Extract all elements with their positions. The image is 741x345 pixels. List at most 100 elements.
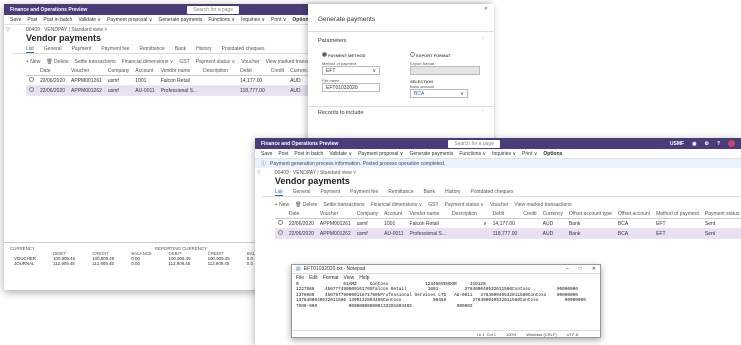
bank-account-select[interactable]: BCA ∨	[410, 89, 468, 98]
file-name-input[interactable]: EFT01032020	[322, 83, 380, 92]
toolbar-item-new[interactable]: + New	[26, 59, 40, 65]
minimize-icon[interactable]: –	[566, 266, 569, 272]
table-cell[interactable]	[26, 75, 37, 86]
table-cell[interactable]: 22/06/2020	[37, 85, 69, 96]
toolbar-item-voucher[interactable]: Voucher	[241, 59, 259, 65]
tab-payment[interactable]: Payment	[72, 46, 92, 53]
column-header[interactable]: Vendor name	[406, 210, 449, 219]
table-cell[interactable]: Falcon Retail	[157, 75, 201, 86]
column-header[interactable]	[274, 210, 286, 219]
table-cell[interactable]: ∨	[479, 218, 490, 229]
tab-history[interactable]: History	[196, 46, 212, 53]
action-post[interactable]: Post	[27, 17, 37, 23]
table-cell[interactable]	[274, 228, 286, 239]
company-label[interactable]: USMF	[670, 141, 684, 147]
table-cell[interactable]: AU-0011	[132, 85, 158, 96]
table-cell[interactable]: 1001	[381, 218, 407, 229]
table-row[interactable]: 22/06/2020 APPM001262 usmf AU-0011 Professio…	[274, 228, 741, 239]
search-input[interactable]: Search for a page	[448, 139, 500, 148]
notepad-menu-file[interactable]: File	[296, 275, 304, 281]
tab-remittance[interactable]: Remittance	[388, 189, 413, 196]
tab-payment-fee[interactable]: Payment fee	[101, 46, 129, 53]
column-header[interactable]: Company	[353, 210, 382, 219]
table-cell[interactable]: Sent	[701, 228, 741, 239]
tab-general[interactable]: General	[44, 46, 62, 53]
export-format-radio[interactable]	[410, 52, 415, 57]
payment-method-radio[interactable]	[322, 52, 327, 57]
table-cell[interactable]: AUD	[539, 218, 566, 229]
table-cell[interactable]: EFT	[653, 228, 702, 239]
table-cell[interactable]: 22/06/2020	[285, 218, 317, 229]
export-format-input[interactable]	[410, 66, 480, 75]
table-cell[interactable]: Bank	[565, 218, 615, 229]
table-cell[interactable]: 1001	[132, 75, 158, 86]
action-generate-payments[interactable]: Generate payments	[158, 17, 202, 23]
action-functions[interactable]: Functions ∨	[208, 17, 235, 23]
notepad-menu-view[interactable]: View	[344, 275, 355, 281]
tab-general[interactable]: General	[293, 189, 311, 196]
column-header[interactable]: Vendor name	[157, 67, 201, 76]
maximize-icon[interactable]: □	[579, 266, 582, 272]
table-cell[interactable]: Falcon Retail	[406, 218, 449, 229]
column-header[interactable]: Company	[104, 67, 133, 76]
toolbar-item-payment-status[interactable]: Payment status ∨	[196, 59, 236, 65]
help-icon[interactable]: ?	[717, 141, 720, 147]
tab-list[interactable]: List	[26, 46, 34, 53]
table-cell[interactable]	[274, 218, 286, 229]
notepad-menu-help[interactable]: Help	[359, 275, 369, 281]
table-cell[interactable]: 14,177.00	[489, 218, 521, 229]
table-cell[interactable]: Sent	[701, 218, 741, 229]
column-header[interactable]: Account	[381, 210, 407, 219]
tab-postdated-cheques[interactable]: Postdated cheques	[471, 189, 514, 196]
column-header[interactable]: Credit	[520, 210, 540, 219]
action-validate[interactable]: Validate ∨	[78, 17, 101, 23]
column-header[interactable]: Voucher	[316, 210, 354, 219]
table-cell[interactable]	[267, 75, 288, 86]
action-options[interactable]: Options	[543, 151, 562, 157]
toolbar-item-view-marked-transactions[interactable]: View marked transactions	[514, 202, 571, 208]
toolbar-item-gst[interactable]: GST	[428, 202, 438, 208]
column-header[interactable]: Date	[37, 67, 69, 76]
table-cell[interactable]: 118,777.00	[489, 228, 521, 239]
action-inquiries[interactable]: Inquiries ∨	[241, 17, 265, 23]
column-header[interactable]: Method of payment	[653, 210, 702, 219]
tab-bank[interactable]: Bank	[175, 46, 186, 53]
close-icon[interactable]: ✕	[308, 4, 494, 12]
toolbar-item-new[interactable]: + New	[275, 202, 289, 208]
action-payment-proposal[interactable]: Payment proposal ∨	[358, 151, 403, 157]
toolbar-item-financial-dimensions[interactable]: Financial dimensions ∨	[371, 202, 423, 208]
notepad-menu-format[interactable]: Format	[323, 275, 339, 281]
table-cell[interactable]: 14,177.00	[237, 75, 268, 86]
table-cell[interactable]: BCA	[614, 218, 654, 229]
close-icon[interactable]: ✕	[592, 266, 596, 272]
column-header[interactable]: Credit	[267, 67, 288, 76]
action-generate-payments[interactable]: Generate payments	[409, 151, 453, 157]
table-cell[interactable]: AUD	[539, 228, 566, 239]
table-cell[interactable]: usmf	[104, 85, 133, 96]
table-cell[interactable]: 22/06/2020	[285, 228, 317, 239]
column-header[interactable]: Account	[132, 67, 158, 76]
bell-icon[interactable]: ◉	[692, 141, 696, 147]
table-row[interactable]: 22/06/2020 APPM001261 usmf 1001 Falcon Retai…	[274, 218, 741, 229]
table-row[interactable]: 22/06/2020 APPM001261 usmf 1001 Falcon Retai…	[26, 75, 314, 86]
table-cell[interactable]	[267, 85, 288, 96]
table-cell[interactable]: AU-0011	[381, 228, 407, 239]
table-cell[interactable]: usmf	[353, 218, 382, 229]
table-cell[interactable]: APPM001261	[68, 75, 105, 86]
action-print[interactable]: Print ∨	[522, 151, 537, 157]
column-header[interactable]: Debit	[489, 210, 521, 219]
tab-history[interactable]: History	[445, 189, 461, 196]
column-header[interactable]: Date	[285, 210, 317, 219]
row-select-radio[interactable]	[277, 220, 283, 225]
table-row[interactable]: 22/06/2020 APPM001262 usmf AU-0011 Professio…	[26, 85, 314, 96]
column-header[interactable]: Description	[200, 67, 232, 76]
search-input[interactable]: Search for a page	[187, 5, 239, 14]
toolbar-item-settle-transactions[interactable]: Settle transactions	[323, 202, 364, 208]
action-validate[interactable]: Validate ∨	[329, 151, 352, 157]
column-header[interactable]: Debit	[237, 67, 268, 76]
table-cell[interactable]	[26, 85, 37, 96]
table-cell[interactable]	[448, 228, 480, 239]
avatar[interactable]	[728, 140, 735, 147]
table-cell[interactable]: EFT	[653, 218, 702, 229]
table-cell[interactable]	[448, 218, 480, 229]
